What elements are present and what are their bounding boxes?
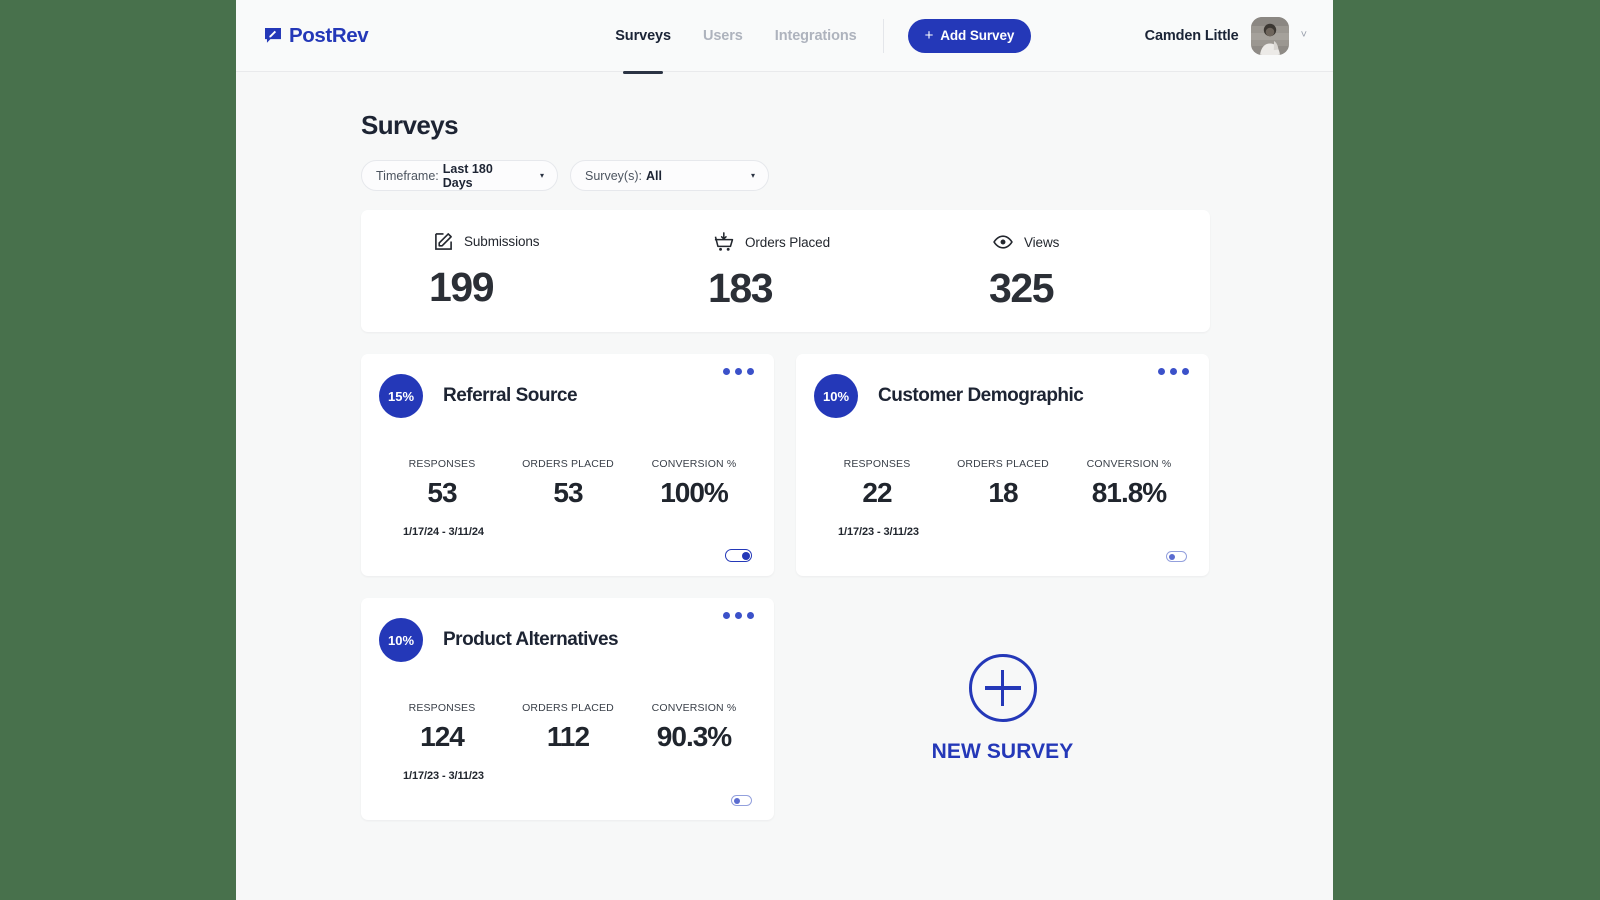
main-nav: Surveys Users Integrations — [615, 0, 856, 71]
nav-label-surveys: Surveys — [615, 28, 671, 44]
timeframe-value: Last 180 Days — [443, 162, 514, 190]
page-title: Surveys — [361, 110, 1333, 141]
speech-bubble-edit-icon — [265, 27, 282, 44]
metric-label-conversion: CONVERSION % — [631, 702, 757, 714]
new-survey-button[interactable]: NEW SURVEY — [796, 598, 1209, 820]
survey-title: Customer Demographic — [878, 385, 1083, 407]
user-name: Camden Little — [1145, 28, 1239, 44]
survey-card[interactable]: 15% Referral Source RESPONSES 53 ORDERS … — [361, 354, 774, 576]
card-options-button[interactable] — [1158, 368, 1189, 375]
survey-cards: 15% Referral Source RESPONSES 53 ORDERS … — [361, 354, 1210, 820]
nav-item-users[interactable]: Users — [703, 0, 743, 71]
metric-conversion: CONVERSION % 100% — [631, 458, 757, 509]
nav-label-integrations: Integrations — [775, 28, 857, 44]
plus-circle-icon — [969, 654, 1037, 722]
brand-logo[interactable]: PostRev — [265, 24, 368, 48]
metric-label-orders-placed: ORDERS PLACED — [505, 702, 631, 714]
survey-active-toggle[interactable] — [725, 549, 752, 562]
metric-orders-placed: ORDERS PLACED 112 — [505, 702, 631, 753]
metric-label-responses: RESPONSES — [814, 458, 940, 470]
filter-bar: Timeframe: Last 180 Days ▾ Survey(s): Al… — [361, 160, 1333, 191]
user-menu[interactable]: Camden Little ˅ — [1145, 17, 1307, 55]
survey-date-range: 1/17/24 - 3/11/24 — [403, 526, 484, 538]
metric-value-responses: 53 — [379, 477, 505, 509]
summary-stats-panel: Submissions 199 Orders Placed 183 — [361, 210, 1210, 332]
card-options-button[interactable] — [723, 368, 754, 375]
metric-label-conversion: CONVERSION % — [631, 458, 757, 470]
nav-item-integrations[interactable]: Integrations — [775, 0, 857, 71]
metric-responses: RESPONSES 22 — [814, 458, 940, 509]
metric-value-orders-placed: 112 — [505, 721, 631, 753]
app-window: PostRev Surveys Users Integrations + Add… — [236, 0, 1333, 900]
survey-date-range: 1/17/23 - 3/11/23 — [403, 770, 484, 782]
stat-label-views: Views — [1024, 235, 1059, 250]
timeframe-filter[interactable]: Timeframe: Last 180 Days ▾ — [361, 160, 558, 191]
completion-badge: 15% — [379, 374, 423, 418]
chevron-down-icon: ▾ — [725, 172, 755, 180]
survey-card[interactable]: 10% Customer Demographic RESPONSES 22 OR… — [796, 354, 1209, 576]
stat-views: Views 325 — [927, 210, 1210, 312]
metric-responses: RESPONSES 124 — [379, 702, 505, 753]
add-survey-button[interactable]: + Add Survey — [908, 19, 1032, 53]
top-header: PostRev Surveys Users Integrations + Add… — [236, 0, 1333, 72]
eye-icon — [993, 232, 1013, 252]
stat-value-views: 325 — [927, 265, 1210, 312]
chevron-down-icon[interactable]: ˅ — [1301, 30, 1307, 41]
brand-name: PostRev — [289, 24, 368, 48]
metric-responses: RESPONSES 53 — [379, 458, 505, 509]
stat-value-submissions: 199 — [361, 264, 644, 311]
shopping-cart-icon — [714, 232, 734, 252]
metric-orders-placed: ORDERS PLACED 53 — [505, 458, 631, 509]
stat-submissions: Submissions 199 — [361, 210, 644, 311]
surveys-filter-value: All — [646, 169, 662, 183]
page-content: Surveys Timeframe: Last 180 Days ▾ Surve… — [236, 110, 1333, 820]
nav-item-surveys[interactable]: Surveys — [615, 0, 671, 71]
metric-label-orders-placed: ORDERS PLACED — [505, 458, 631, 470]
screen: PostRev Surveys Users Integrations + Add… — [0, 0, 1600, 900]
metric-value-responses: 124 — [379, 721, 505, 753]
surveys-filter-label: Survey(s): — [585, 169, 642, 183]
metric-conversion: CONVERSION % 81.8% — [1066, 458, 1192, 509]
survey-date-range: 1/17/23 - 3/11/23 — [838, 526, 919, 538]
stat-label-submissions: Submissions — [464, 234, 539, 249]
survey-active-toggle[interactable] — [731, 795, 752, 806]
metric-orders-placed: ORDERS PLACED 18 — [940, 458, 1066, 509]
surveys-filter[interactable]: Survey(s): All ▾ — [570, 160, 769, 191]
avatar[interactable] — [1251, 17, 1289, 55]
survey-title: Referral Source — [443, 385, 577, 407]
completion-badge: 10% — [379, 618, 423, 662]
metric-label-responses: RESPONSES — [379, 458, 505, 470]
stat-label-orders-placed: Orders Placed — [745, 235, 830, 250]
metric-value-conversion: 100% — [631, 477, 757, 509]
timeframe-label: Timeframe: — [376, 169, 439, 183]
metric-value-conversion: 90.3% — [631, 721, 757, 753]
metric-value-orders-placed: 18 — [940, 477, 1066, 509]
survey-card[interactable]: 10% Product Alternatives RESPONSES 124 O… — [361, 598, 774, 820]
metric-conversion: CONVERSION % 90.3% — [631, 702, 757, 753]
metric-label-orders-placed: ORDERS PLACED — [940, 458, 1066, 470]
new-survey-label: NEW SURVEY — [932, 740, 1074, 764]
metric-value-conversion: 81.8% — [1066, 477, 1192, 509]
stat-value-orders-placed: 183 — [644, 265, 927, 312]
survey-title: Product Alternatives — [443, 629, 618, 651]
survey-active-toggle[interactable] — [1166, 551, 1187, 562]
nav-label-users: Users — [703, 28, 743, 44]
metric-label-responses: RESPONSES — [379, 702, 505, 714]
header-divider — [883, 19, 884, 53]
submissions-edit-icon — [434, 232, 453, 251]
metric-label-conversion: CONVERSION % — [1066, 458, 1192, 470]
completion-badge: 10% — [814, 374, 858, 418]
card-options-button[interactable] — [723, 612, 754, 619]
stat-orders-placed: Orders Placed 183 — [644, 210, 927, 312]
metric-value-responses: 22 — [814, 477, 940, 509]
plus-icon: + — [925, 28, 934, 43]
add-survey-label: Add Survey — [940, 28, 1014, 43]
metric-value-orders-placed: 53 — [505, 477, 631, 509]
chevron-down-icon: ▾ — [514, 172, 544, 180]
